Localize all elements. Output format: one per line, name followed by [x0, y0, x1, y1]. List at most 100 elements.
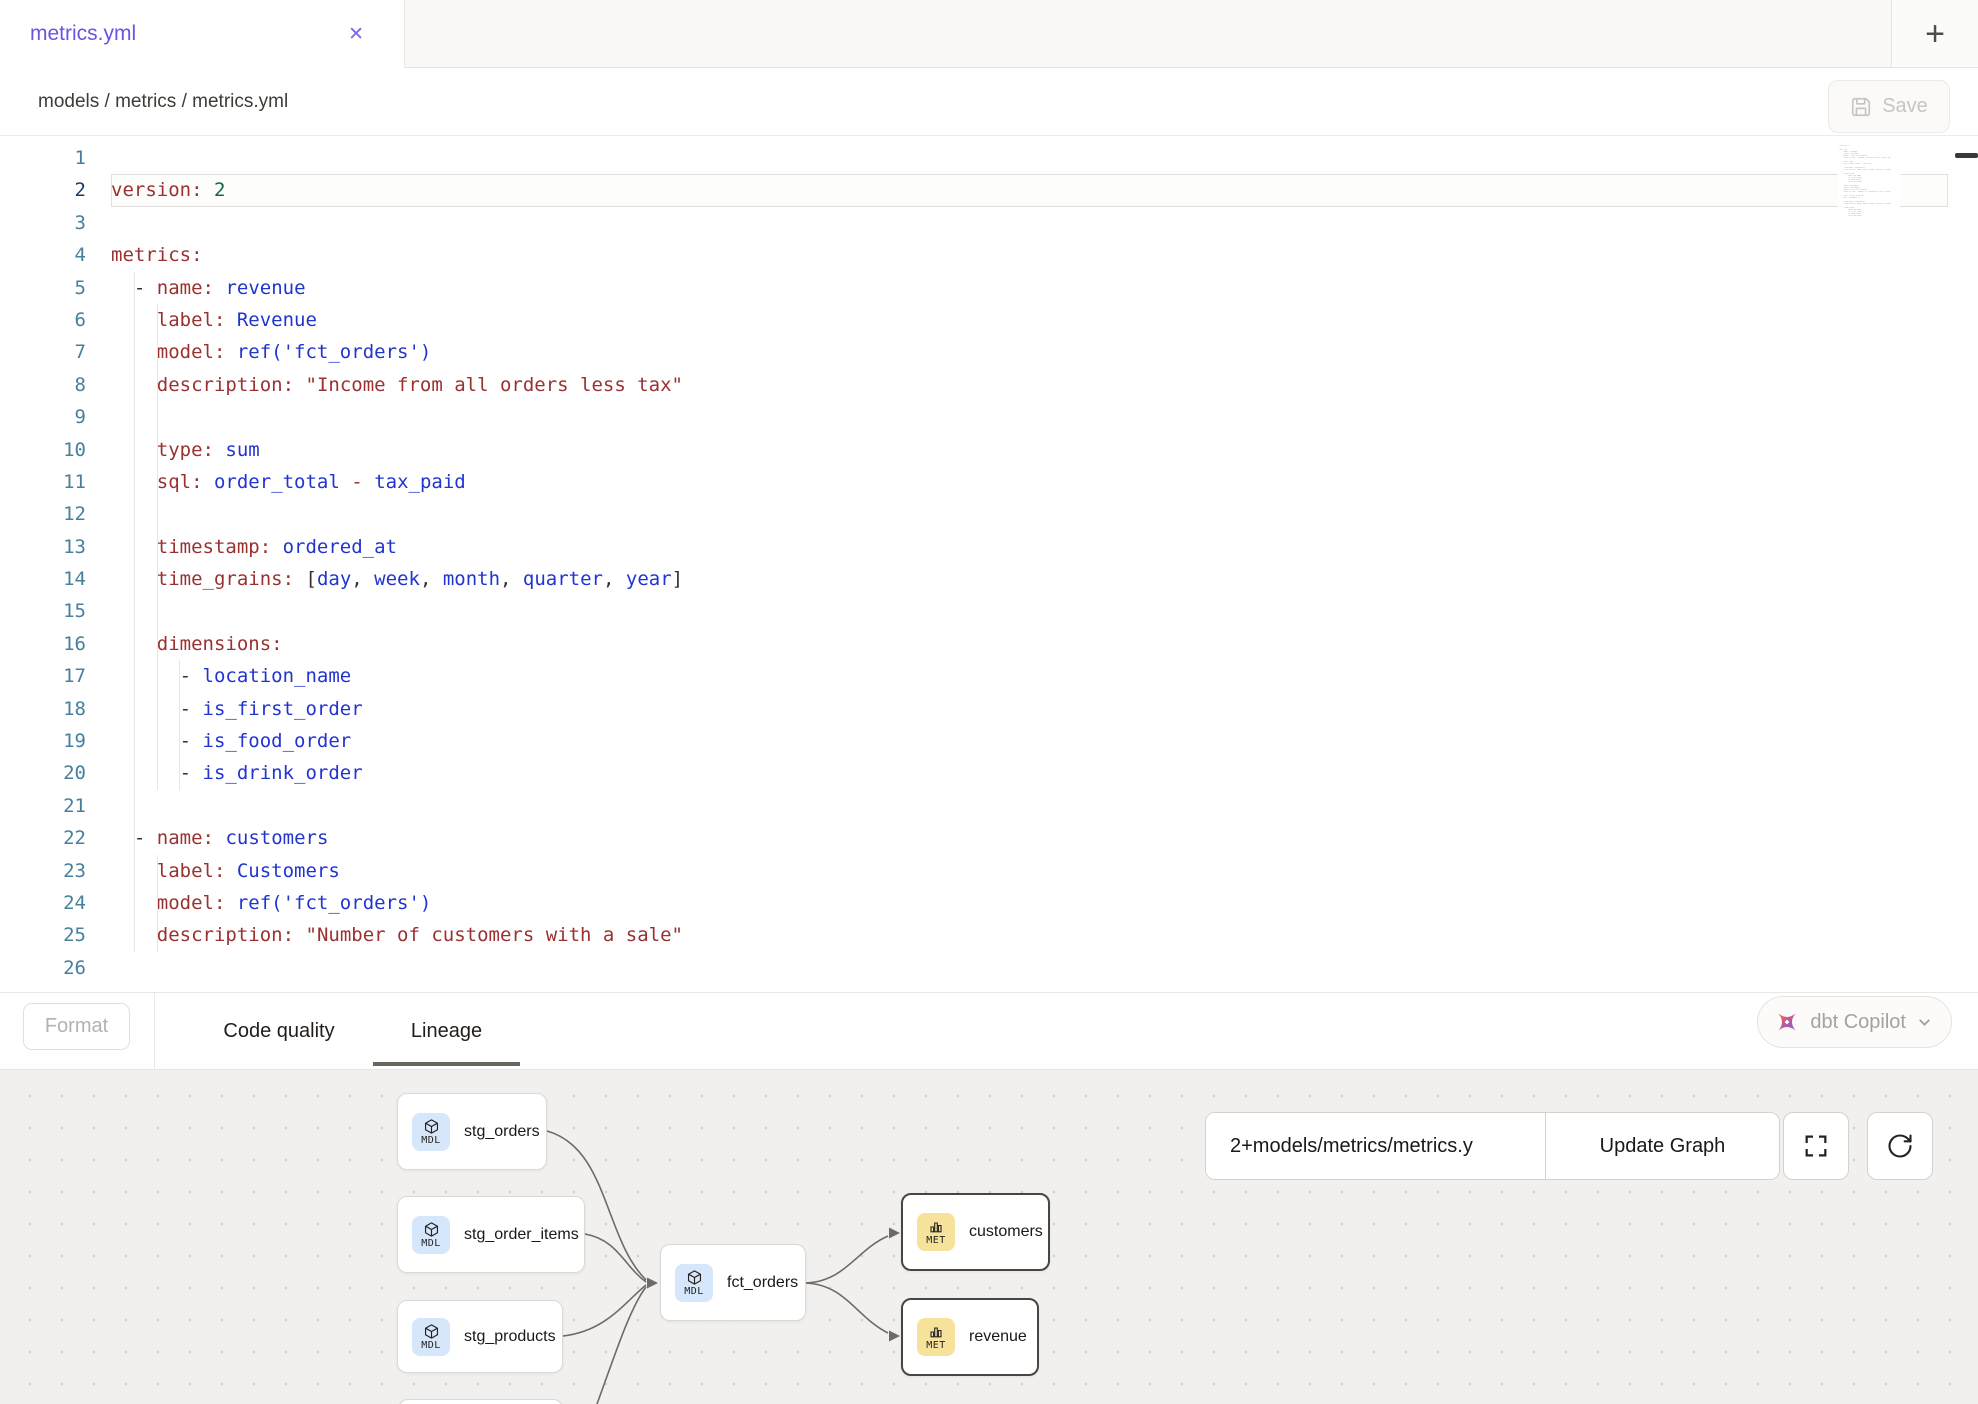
lineage-node-partial-node[interactable]: MDL	[398, 1399, 563, 1404]
lineage-node-stg_products[interactable]: MDL stg_products	[397, 1300, 563, 1373]
save-icon	[1850, 96, 1872, 118]
code-line-15[interactable]: 15	[0, 595, 1978, 627]
fullscreen-icon	[1802, 1132, 1830, 1160]
code-line-8[interactable]: 8 description: "Income from all orders l…	[0, 369, 1978, 401]
node-label: stg_orders	[464, 1123, 540, 1141]
dbt-copilot-icon	[1774, 1009, 1800, 1035]
code-line-17[interactable]: 17 - location_name	[0, 660, 1978, 692]
editor-minimap[interactable]: version: 2metrics: - name: revenue label…	[1838, 142, 1900, 362]
code-line-24[interactable]: 24 model: ref('fct_orders')	[0, 887, 1978, 919]
code-line-5[interactable]: 5 - name: revenue	[0, 272, 1978, 304]
code-line-16[interactable]: 16 dimensions:	[0, 628, 1978, 660]
line-number: 13	[0, 531, 95, 563]
model-badge: MDL	[412, 1113, 450, 1151]
format-button[interactable]: Format	[23, 1003, 130, 1050]
fullscreen-button[interactable]	[1783, 1112, 1849, 1180]
code-line-19[interactable]: 19 - is_food_order	[0, 725, 1978, 757]
lineage-node-customers[interactable]: METcustomers	[901, 1193, 1050, 1271]
save-label: Save	[1882, 95, 1928, 118]
code-line-11[interactable]: 11 sql: order_total - tax_paid	[0, 466, 1978, 498]
line-number: 16	[0, 628, 95, 660]
indent-guide	[157, 855, 158, 952]
code-line-6[interactable]: 6 label: Revenue	[0, 304, 1978, 336]
metric-badge: MET	[917, 1318, 955, 1356]
line-number: 6	[0, 304, 95, 336]
code-line-23[interactable]: 23 label: Customers	[0, 855, 1978, 887]
lineage-node-revenue[interactable]: METrevenue	[901, 1298, 1039, 1376]
line-number: 3	[0, 207, 95, 239]
line-number: 11	[0, 466, 95, 498]
model-badge: MDL	[675, 1264, 713, 1302]
code-line-21[interactable]: 21	[0, 790, 1978, 822]
line-number: 5	[0, 272, 95, 304]
code-line-12[interactable]: 12	[0, 498, 1978, 530]
code-line-3[interactable]: 3	[0, 207, 1978, 239]
line-number: 8	[0, 369, 95, 401]
update-graph-label: Update Graph	[1600, 1135, 1726, 1158]
node-label: stg_products	[464, 1328, 556, 1346]
tab-title: metrics.yml	[30, 22, 136, 46]
code-line-7[interactable]: 7 model: ref('fct_orders')	[0, 336, 1978, 368]
code-line-1[interactable]: 1	[0, 142, 1978, 174]
lineage-node-stg_orders[interactable]: MDL stg_orders	[397, 1093, 547, 1170]
line-number: 25	[0, 919, 95, 951]
code-line-25[interactable]: 25 description: "Number of customers wit…	[0, 919, 1978, 951]
lineage-node-stg_order_items[interactable]: MDLstg_order_items	[397, 1196, 585, 1273]
line-number: 15	[0, 595, 95, 627]
close-tab-icon[interactable]: ✕	[348, 25, 364, 44]
model-badge: MDL	[412, 1216, 450, 1254]
refresh-button[interactable]	[1867, 1112, 1933, 1180]
model-badge: MDL	[412, 1318, 450, 1356]
code-line-13[interactable]: 13 timestamp: ordered_at	[0, 531, 1978, 563]
update-graph-button[interactable]: Update Graph	[1546, 1113, 1779, 1179]
node-label: fct_orders	[727, 1274, 798, 1292]
code-line-18[interactable]: 18 - is_first_order	[0, 693, 1978, 725]
code-line-22[interactable]: 22 - name: customers	[0, 822, 1978, 854]
graph-controls: Update Graph	[1205, 1112, 1780, 1180]
lineage-canvas[interactable]: MDLstg_ordersMDLstg_order_itemsMDLstg_pr…	[0, 1070, 1978, 1404]
code-line-20[interactable]: 20 - is_drink_order	[0, 757, 1978, 789]
toolbar-divider	[154, 993, 155, 1069]
tab-bar: metrics.yml ✕ +	[0, 0, 1978, 68]
line-number: 7	[0, 336, 95, 368]
model-cube-icon	[686, 1269, 703, 1286]
code-line-10[interactable]: 10 type: sum	[0, 434, 1978, 466]
code-line-37: - is_drink_order	[1838, 214, 1900, 216]
indent-guide	[179, 660, 180, 790]
code-line-4[interactable]: 4metrics:	[0, 239, 1978, 271]
line-number: 22	[0, 822, 95, 854]
dbt-copilot-button[interactable]: dbt Copilot	[1757, 996, 1952, 1048]
model-cube-icon	[423, 1118, 440, 1135]
lineage-node-fct_orders[interactable]: MDL fct_orders	[660, 1244, 806, 1321]
code-quality-label: Code quality	[223, 1020, 334, 1043]
code-line-9[interactable]: 9	[0, 401, 1978, 433]
line-number: 1	[0, 142, 95, 174]
line-number: 26	[0, 952, 95, 984]
new-tab-button[interactable]: +	[1892, 0, 1978, 68]
line-number: 20	[0, 757, 95, 789]
code-line-2[interactable]: 2version: 2	[0, 174, 1978, 206]
code-line-14[interactable]: 14 time_grains: [day, week, month, quart…	[0, 563, 1978, 595]
tab-metrics-yml[interactable]: metrics.yml ✕	[0, 0, 405, 68]
format-label: Format	[45, 1015, 108, 1038]
code-editor[interactable]: 12version: 234metrics:5 - name: revenue6…	[0, 136, 1978, 992]
line-number: 23	[0, 855, 95, 887]
scrollbar-thumb[interactable]	[1955, 153, 1978, 158]
plus-icon: +	[1925, 17, 1945, 51]
line-number: 9	[0, 401, 95, 433]
code-line-26[interactable]: 26	[0, 952, 1978, 984]
line-number: 2	[0, 174, 95, 206]
code-lines: 12version: 234metrics:5 - name: revenue6…	[0, 142, 1978, 984]
model-cube-icon	[423, 1221, 440, 1238]
copilot-label: dbt Copilot	[1810, 1011, 1906, 1034]
line-number: 18	[0, 693, 95, 725]
minimap-content: version: 2metrics: - name: revenue label…	[1838, 142, 1900, 216]
line-number: 10	[0, 434, 95, 466]
model-selector-input[interactable]	[1206, 1113, 1546, 1179]
line-number: 19	[0, 725, 95, 757]
tab-code-quality[interactable]: Code quality	[195, 993, 363, 1069]
line-number: 4	[0, 239, 95, 271]
save-button[interactable]: Save	[1828, 80, 1950, 133]
bottom-toolbar: Format Code quality Lineage dbt Copilot	[0, 992, 1978, 1070]
tab-lineage[interactable]: Lineage	[373, 993, 520, 1069]
